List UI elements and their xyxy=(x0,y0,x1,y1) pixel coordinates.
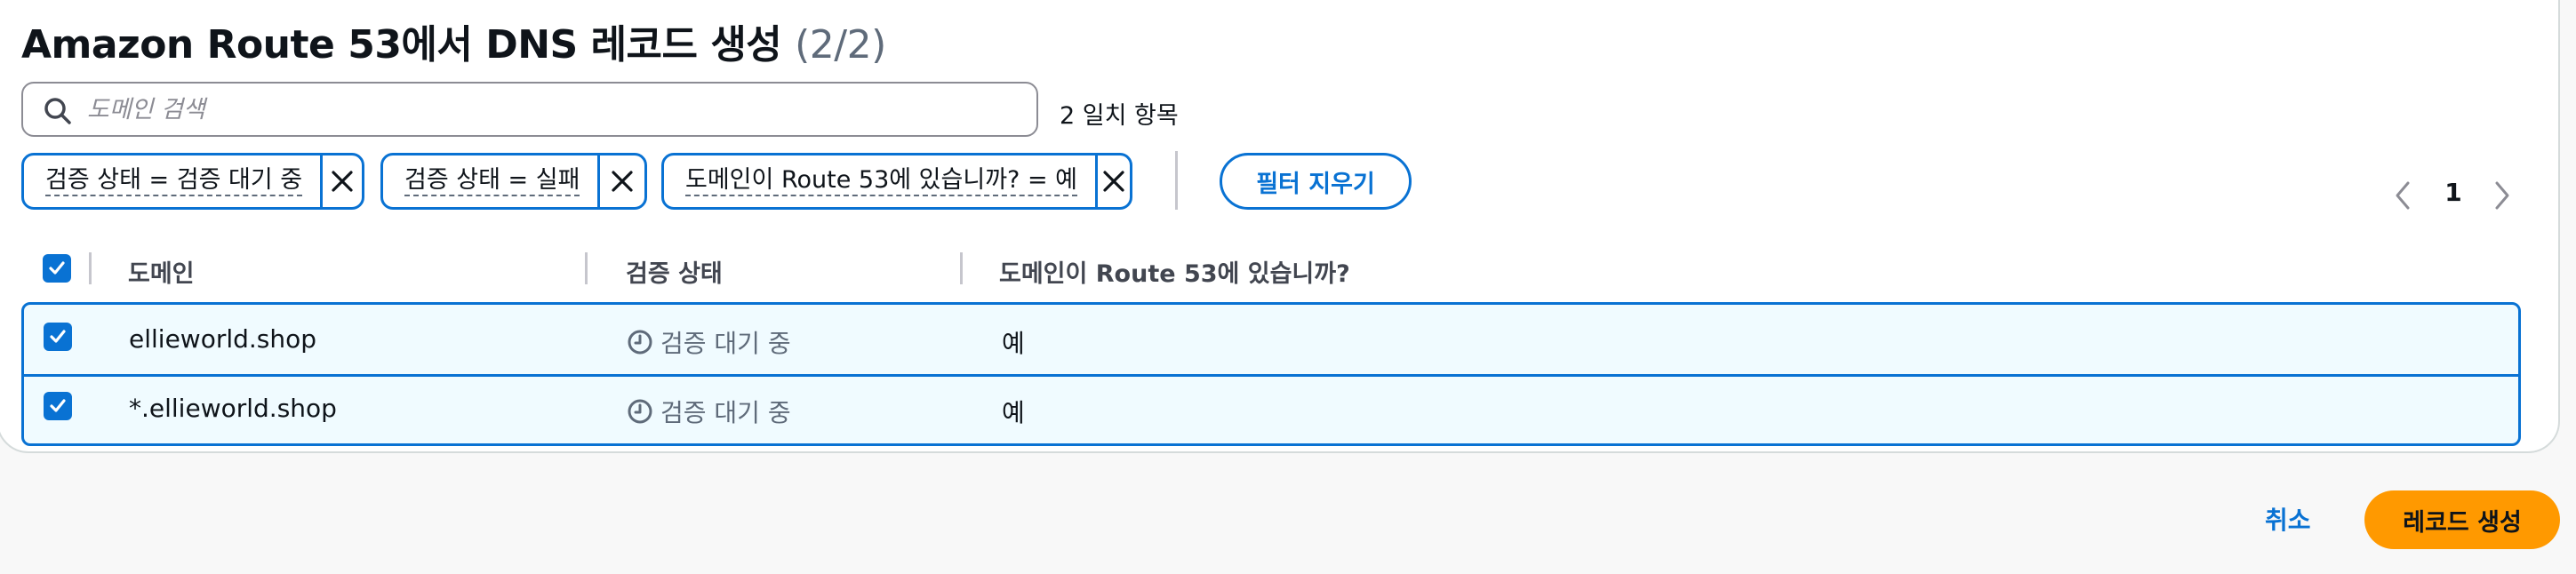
page-number[interactable]: 1 xyxy=(2443,178,2464,207)
table-row[interactable]: ellieworld.shop 검증 대기 중 예 xyxy=(24,305,2518,374)
close-icon xyxy=(612,171,633,192)
search-field[interactable] xyxy=(21,82,1038,137)
match-count: 2 일치 항목 xyxy=(1060,102,1179,130)
filter-token-failed: 검증 상태 = 실패 xyxy=(380,153,647,210)
filter-token-text: 검증 상태 = 검증 대기 중 xyxy=(45,166,303,196)
close-icon xyxy=(1103,171,1124,192)
table-body: ellieworld.shop 검증 대기 중 예 *.ellieworld.s… xyxy=(21,302,2521,446)
filter-token-label[interactable]: 검증 상태 = 검증 대기 중 xyxy=(24,155,320,207)
clear-filters-button[interactable]: 필터 지우기 xyxy=(1220,153,1412,210)
column-header-status[interactable]: 검증 상태 xyxy=(626,254,723,289)
row-checkbox[interactable] xyxy=(44,323,72,351)
in-route53-cell: 예 xyxy=(1002,398,1025,427)
clock-icon xyxy=(628,330,652,355)
row-checkbox[interactable] xyxy=(44,392,72,420)
table-row[interactable]: *.ellieworld.shop 검증 대기 중 예 xyxy=(24,374,2518,443)
filter-token-text: 검증 상태 = 실패 xyxy=(404,166,580,196)
create-records-button[interactable]: 레코드 생성 xyxy=(2364,490,2560,549)
filter-token-label[interactable]: 검증 상태 = 실패 xyxy=(383,155,597,207)
toolbar-divider xyxy=(1175,151,1178,210)
status-text: 검증 대기 중 xyxy=(660,329,791,358)
chevron-right-icon[interactable] xyxy=(2492,178,2512,213)
filter-token-remove-button[interactable] xyxy=(320,155,362,207)
filter-token-remove-button[interactable] xyxy=(1095,155,1130,207)
domain-cell: ellieworld.shop xyxy=(129,324,317,354)
page-title: Amazon Route 53에서 DNS 레코드 생성 (2/2) xyxy=(21,12,886,69)
checkmark-icon xyxy=(50,330,66,343)
filter-token-text: 도메인이 Route 53에 있습니까? = 예 xyxy=(685,166,1077,196)
column-header-domain[interactable]: 도메인 xyxy=(128,254,195,289)
close-icon xyxy=(332,171,353,192)
domain-cell: *.ellieworld.shop xyxy=(129,394,337,423)
filter-token-in-route53: 도메인이 Route 53에 있습니까? = 예 xyxy=(661,153,1132,210)
select-all-checkbox[interactable] xyxy=(43,254,71,283)
status-cell: 검증 대기 중 xyxy=(627,324,791,360)
column-separator[interactable] xyxy=(960,252,963,284)
filter-token-remove-button[interactable] xyxy=(597,155,644,207)
clock-icon xyxy=(628,399,652,424)
column-separator xyxy=(89,252,92,284)
chevron-left-icon[interactable] xyxy=(2393,178,2412,213)
search-icon xyxy=(44,98,71,124)
filter-token-pending: 검증 상태 = 검증 대기 중 xyxy=(21,153,364,210)
page-title-text: Amazon Route 53에서 DNS 레코드 생성 xyxy=(21,22,782,68)
status-text: 검증 대기 중 xyxy=(660,398,791,427)
search-input[interactable] xyxy=(87,91,1020,128)
cancel-button[interactable]: 취소 xyxy=(2265,501,2311,537)
filter-token-label[interactable]: 도메인이 Route 53에 있습니까? = 예 xyxy=(664,155,1095,207)
in-route53-cell: 예 xyxy=(1002,329,1025,358)
checkmark-icon xyxy=(50,399,66,412)
checkmark-icon xyxy=(49,261,65,275)
status-cell: 검증 대기 중 xyxy=(627,394,791,429)
column-header-in-route53[interactable]: 도메인이 Route 53에 있습니까? xyxy=(999,254,1350,289)
column-separator[interactable] xyxy=(585,252,588,284)
selection-count: (2/2) xyxy=(795,22,886,68)
